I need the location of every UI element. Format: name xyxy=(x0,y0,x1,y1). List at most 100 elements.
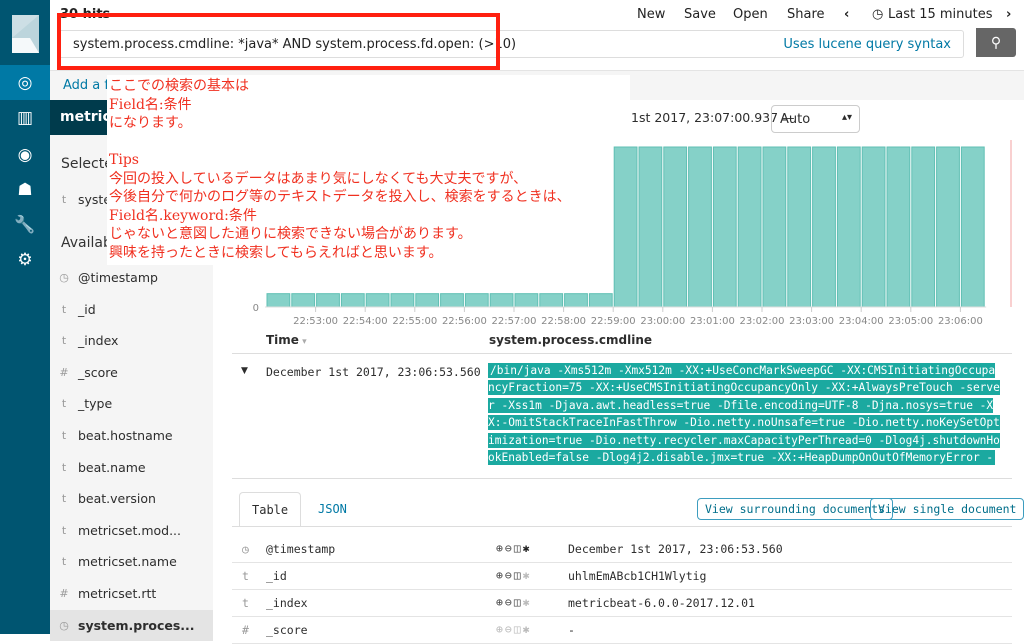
histogram-bar[interactable] xyxy=(415,293,440,308)
doc-field-value: December 1st 2017, 23:06:53.560 xyxy=(568,542,783,556)
management-gear-icon[interactable]: ⚙ xyxy=(0,242,50,277)
histogram-chart: 0 22:53:00 22:54:00 22:55:00 22:56:00 22:57:0… xyxy=(253,140,1012,327)
field-item[interactable]: # _score xyxy=(50,357,213,388)
filter-actions-icons[interactable]: ⊕⊖◫✱ xyxy=(496,568,532,582)
cmdline-cell: /bin/java -Xms512m -Xmx512m -XX:+UseConc… xyxy=(488,362,1008,472)
histogram-bar[interactable] xyxy=(539,293,564,308)
x-tick-label: 22:59:00 xyxy=(591,316,636,327)
tab-divider xyxy=(232,526,1012,527)
field-item[interactable]: t _type xyxy=(50,388,213,419)
histogram-bar[interactable] xyxy=(911,146,936,308)
filter-actions-icons[interactable]: ⊕⊖◫✱ xyxy=(496,595,532,609)
x-tick-label: 23:02:00 xyxy=(740,316,785,327)
field-name: beat.hostname xyxy=(78,428,173,443)
histogram-bar[interactable] xyxy=(836,146,861,308)
histogram-bar[interactable] xyxy=(316,293,340,308)
dashboard-gauge-icon[interactable]: ◉ xyxy=(0,137,50,172)
histogram-bar[interactable] xyxy=(936,146,960,308)
doc-field-row: t _id ⊕⊖◫✱ uhlmEmABcb1CH1Wlytig xyxy=(232,563,1012,590)
histogram-bar[interactable] xyxy=(638,146,663,308)
cmdline-column-header[interactable]: system.process.cmdline xyxy=(489,333,652,347)
tab-json[interactable]: JSON xyxy=(318,502,347,516)
filter-actions-icons[interactable]: ⊕⊖◫✱ xyxy=(496,541,532,555)
discover-compass-icon[interactable]: ◎ xyxy=(0,65,50,100)
table-header: Time ▾ system.process.cmdline xyxy=(232,330,1012,354)
field-type-icon: # xyxy=(59,365,69,379)
field-type-icon: t xyxy=(242,596,249,610)
histogram-bar[interactable] xyxy=(266,293,291,308)
share-button[interactable]: Share xyxy=(787,7,825,22)
view-single-button[interactable]: View single document xyxy=(870,498,1024,520)
time-range-label: 1st 2017, 23:07:00.937 — xyxy=(631,110,795,125)
save-button[interactable]: Save xyxy=(684,7,716,22)
field-item[interactable]: ◷ @timestamp xyxy=(50,262,213,293)
histogram-bar[interactable] xyxy=(613,146,638,308)
histogram-bar[interactable] xyxy=(588,293,613,308)
x-tick-label: 23:05:00 xyxy=(888,316,933,327)
open-button[interactable]: Open xyxy=(733,7,768,22)
kibana-logo[interactable] xyxy=(0,0,50,65)
histogram-bar[interactable] xyxy=(886,146,911,308)
lucene-syntax-link[interactable]: Uses lucene query syntax xyxy=(783,37,951,52)
histogram-bar[interactable] xyxy=(737,146,762,308)
histogram-bar[interactable] xyxy=(564,293,588,308)
histogram-bar[interactable] xyxy=(787,146,812,308)
cmdline-value: /bin/java -Xms512m -Xmx512m -XX:+UseConc… xyxy=(488,363,1000,466)
dev-tools-wrench-icon[interactable]: 🔧 xyxy=(0,207,50,242)
field-item[interactable]: # metricset.rtt xyxy=(50,578,213,609)
doc-field-value: metricbeat-6.0.0-2017.12.01 xyxy=(568,596,755,610)
field-type-icon: # xyxy=(242,623,249,637)
field-item[interactable]: t beat.name xyxy=(50,452,213,483)
x-tick-label: 22:53:00 xyxy=(293,316,338,327)
x-tick-label: 22:56:00 xyxy=(442,316,487,327)
histogram-bar[interactable] xyxy=(464,293,489,308)
histogram-bar[interactable] xyxy=(762,146,787,308)
field-item[interactable]: t _index xyxy=(50,325,213,356)
x-tick-label: 22:57:00 xyxy=(492,316,537,327)
histogram-bar[interactable] xyxy=(712,146,737,308)
histogram-bar[interactable] xyxy=(291,293,316,308)
field-item[interactable]: ◷ system.proces... xyxy=(50,609,213,641)
field-item[interactable]: t metricset.name xyxy=(50,546,213,577)
field-item[interactable]: t _id xyxy=(50,294,213,325)
histogram-bar[interactable] xyxy=(440,293,464,308)
interval-select[interactable]: Auto ▴▾ xyxy=(771,105,860,133)
time-back-chevron-icon[interactable]: ‹ xyxy=(844,7,849,22)
timelion-bear-icon[interactable]: ☗ xyxy=(0,172,50,207)
time-picker-button[interactable]: Last 15 minutes xyxy=(888,7,993,22)
visualize-chart-icon[interactable]: ▥ xyxy=(0,100,50,135)
time-column-header[interactable]: Time ▾ xyxy=(266,333,307,347)
field-name: beat.version xyxy=(78,491,156,507)
field-type-icon: t xyxy=(61,302,67,316)
search-icon: ⚲ xyxy=(990,34,1002,51)
field-name: metricset.name xyxy=(78,554,177,570)
histogram-bar[interactable] xyxy=(812,146,836,308)
time-forward-chevron-icon[interactable]: › xyxy=(1006,7,1011,22)
field-item[interactable]: t metricset.mod... xyxy=(50,515,213,546)
doc-divider xyxy=(232,478,1012,479)
search-button[interactable]: ⚲ xyxy=(976,28,1016,57)
histogram-bar[interactable] xyxy=(688,146,712,308)
histogram-bar[interactable] xyxy=(390,293,415,308)
histogram-bar[interactable] xyxy=(340,293,365,308)
new-button[interactable]: New xyxy=(637,7,665,22)
histogram-bar[interactable] xyxy=(489,293,514,308)
field-name: metricset.rtt xyxy=(78,586,157,601)
histogram-bar[interactable] xyxy=(861,146,886,308)
tab-table[interactable]: Table xyxy=(239,492,301,527)
x-tick-label: 22:54:00 xyxy=(343,316,388,327)
field-name: _score xyxy=(78,364,118,380)
field-item[interactable]: t beat.hostname xyxy=(50,420,213,451)
view-surrounding-button[interactable]: View surrounding documents xyxy=(697,498,894,520)
histogram-bar[interactable] xyxy=(663,146,688,308)
side-nav: ◎ ▥ ◉ ☗ 🔧 ⚙ xyxy=(0,0,50,634)
field-name: system.proces... xyxy=(78,617,195,633)
field-item[interactable]: t beat.version xyxy=(50,483,213,514)
field-type-icon: t xyxy=(61,555,67,569)
x-tick-label: 22:58:00 xyxy=(541,316,586,327)
expand-row-caret-icon[interactable]: ▼ xyxy=(241,366,248,376)
histogram-bar[interactable] xyxy=(960,146,985,308)
histogram-bar[interactable] xyxy=(514,293,539,308)
histogram-bar[interactable] xyxy=(365,293,390,308)
add-filter-link[interactable]: Add a fi xyxy=(63,78,113,93)
